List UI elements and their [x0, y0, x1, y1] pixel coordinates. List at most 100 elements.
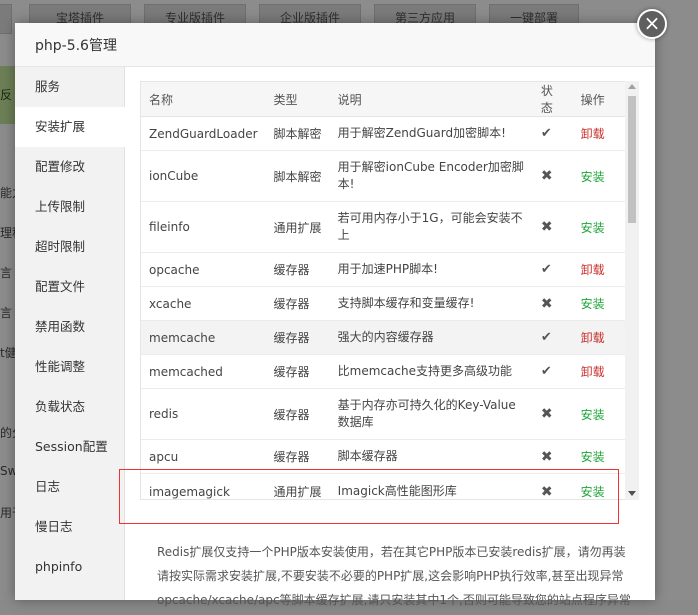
sidebar-item-service[interactable]: 服务	[15, 67, 124, 107]
close-icon[interactable]: ×	[637, 9, 667, 39]
dialog-title: php-5.6管理	[35, 38, 117, 54]
ext-desc: 基于内存亦可持久化的Key-Value数据库	[329, 388, 533, 440]
table-row: ZendGuardLoader 脚本解密 用于解密ZendGuard加密脚本! …	[141, 116, 625, 151]
ext-name: opcache	[141, 252, 266, 287]
ext-type: 缓存器	[265, 320, 330, 355]
column-header-action: 操作	[572, 82, 625, 117]
table-header-row: 名称 类型 说明 状态 操作	[141, 82, 625, 117]
table-row: memcached 缓存器 比memcache支持更多高级功能 ✔ 卸载	[141, 354, 625, 389]
ext-type: 缓存器	[265, 252, 330, 287]
sidebar-item-disabled-functions[interactable]: 禁用函数	[15, 307, 124, 347]
ext-name: memcache	[141, 320, 266, 355]
ext-type: 缓存器	[265, 286, 330, 321]
ext-type: 脚本解密	[265, 150, 330, 202]
scroll-up-arrow-icon[interactable]	[628, 84, 636, 89]
scroll-down-arrow-icon[interactable]	[628, 491, 636, 496]
extensions-table: 名称 类型 说明 状态 操作 ZendGuardLoader 脚本解密 用于解密…	[141, 82, 625, 499]
sidebar-item-performance[interactable]: 性能调整	[15, 347, 124, 387]
cross-icon: ✖	[532, 388, 573, 440]
install-link[interactable]: 安装	[581, 450, 605, 464]
background-text: 理程	[0, 226, 16, 240]
ext-type: 缓存器	[265, 354, 330, 389]
column-header-status: 状态	[532, 82, 573, 117]
sidebar-item-session[interactable]: Session配置	[15, 427, 124, 467]
install-link[interactable]: 安装	[581, 297, 605, 311]
notes-list: Redis扩展仅支持一个PHP版本安装使用，若在其它PHP版本已安装redis扩…	[143, 543, 672, 615]
table-row: imagemagick 通用扩展 Imagick高性能图形库 ✖ 安装	[141, 473, 625, 499]
table-row: xcache 缓存器 支持脚本缓存和变量缓存! ✖ 安装	[141, 286, 625, 321]
ext-desc: 用于加速PHP脚本!	[329, 252, 533, 287]
background-text: 用于	[0, 506, 16, 520]
check-icon: ✔	[532, 320, 573, 355]
cross-icon: ✖	[532, 473, 573, 499]
sidebar-item-load-status[interactable]: 负载状态	[15, 387, 124, 427]
install-link[interactable]: 安装	[581, 170, 605, 184]
check-icon: ✔	[532, 252, 573, 287]
sidebar-item-upload-limit[interactable]: 上传限制	[15, 187, 124, 227]
check-icon: ✔	[532, 354, 573, 389]
sidebar-item-config-edit[interactable]: 配置修改	[15, 147, 124, 187]
uninstall-link[interactable]: 卸载	[581, 331, 605, 345]
note-item: Redis扩展仅支持一个PHP版本安装使用，若在其它PHP版本已安装redis扩…	[157, 543, 672, 567]
uninstall-link[interactable]: 卸载	[581, 127, 605, 141]
ext-type: 脚本解密	[265, 116, 330, 151]
ext-type: 通用扩展	[265, 473, 330, 499]
scroll-thumb[interactable]	[628, 96, 636, 223]
ext-name: ionCube	[141, 150, 266, 202]
ext-desc: 用于解密ionCube Encoder加密脚本!	[329, 150, 533, 202]
ext-desc: 脚本缓存器	[329, 439, 533, 474]
sidebar-item-phpinfo[interactable]: phpinfo	[15, 547, 124, 587]
cross-icon: ✖	[532, 201, 573, 253]
table-row: memcache 缓存器 强大的内容缓存器 ✔ 卸载	[141, 320, 625, 355]
background-text: 能力	[0, 186, 16, 200]
ext-type: 缓存器	[265, 388, 330, 440]
ext-desc: Imagick高性能图形库	[329, 473, 533, 499]
install-link[interactable]: 安装	[581, 485, 605, 499]
table-row: apcu 缓存器 脚本缓存器 ✖ 安装	[141, 439, 625, 474]
table-row: fileinfo 通用扩展 若可用内存小于1G，可能会安装不上 ✖ 安装	[141, 201, 625, 253]
background-text: 言	[0, 266, 13, 280]
uninstall-link[interactable]: 卸载	[581, 365, 605, 379]
sidebar-item-timeout-limit[interactable]: 超时限制	[15, 227, 124, 267]
ext-name: xcache	[141, 286, 266, 321]
ext-type: 通用扩展	[265, 201, 330, 253]
uninstall-link[interactable]: 卸载	[581, 263, 605, 277]
table-row: redis 缓存器 基于内存亦可持久化的Key-Value数据库 ✖ 安装	[141, 388, 625, 440]
sidebar: 服务 安装扩展 配置修改 上传限制 超时限制 配置文件 禁用函数 性能调整 负载…	[15, 67, 125, 600]
column-header-name: 名称	[141, 82, 266, 117]
background-tab: 具	[0, 4, 12, 34]
ext-desc: 支持脚本缓存和变量缓存!	[329, 286, 533, 321]
ext-desc: 若可用内存小于1G，可能会安装不上	[329, 201, 533, 253]
ext-type: 缓存器	[265, 439, 330, 474]
cross-icon: ✖	[532, 286, 573, 321]
cross-icon: ✖	[532, 150, 573, 202]
ext-name: ZendGuardLoader	[141, 116, 266, 151]
table-row: ionCube 脚本解密 用于解密ionCube Encoder加密脚本! ✖ …	[141, 150, 625, 202]
sidebar-item-slow-log[interactable]: 慢日志	[15, 507, 124, 547]
ext-desc: 用于解密ZendGuard加密脚本!	[329, 116, 533, 151]
install-link[interactable]: 安装	[581, 221, 605, 235]
dialog-titlebar: php-5.6管理	[15, 23, 655, 67]
column-header-desc: 说明	[329, 82, 533, 117]
content-panel: 名称 类型 说明 状态 操作 ZendGuardLoader 脚本解密 用于解密…	[119, 67, 655, 607]
background-text: 的分	[0, 426, 16, 440]
background-text: t健	[0, 346, 16, 360]
extensions-table-container: 名称 类型 说明 状态 操作 ZendGuardLoader 脚本解密 用于解密…	[140, 81, 626, 500]
sidebar-item-log[interactable]: 日志	[15, 467, 124, 507]
note-item: opcache/xcache/apc等脚本缓存扩展,请只安装其中1个,否则可能导…	[157, 591, 672, 615]
table-scrollbar[interactable]	[625, 81, 639, 500]
check-icon: ✔	[532, 116, 573, 151]
ext-name: redis	[141, 388, 266, 440]
php-manager-dialog: php-5.6管理 服务 安装扩展 配置修改 上传限制 超时限制 配置文件 禁用…	[15, 23, 655, 607]
sidebar-item-config-file[interactable]: 配置文件	[15, 267, 124, 307]
background-text: 言	[0, 306, 13, 320]
ext-name: fileinfo	[141, 201, 266, 253]
table-row: opcache 缓存器 用于加速PHP脚本! ✔ 卸载	[141, 252, 625, 287]
ext-name: memcached	[141, 354, 266, 389]
install-link[interactable]: 安装	[581, 408, 605, 422]
cross-icon: ✖	[532, 439, 573, 474]
background-text: Sw	[0, 464, 16, 478]
sidebar-item-install-extensions[interactable]: 安装扩展	[15, 107, 125, 147]
ext-name: imagemagick	[141, 473, 266, 499]
ext-desc: 强大的内容缓存器	[329, 320, 533, 355]
